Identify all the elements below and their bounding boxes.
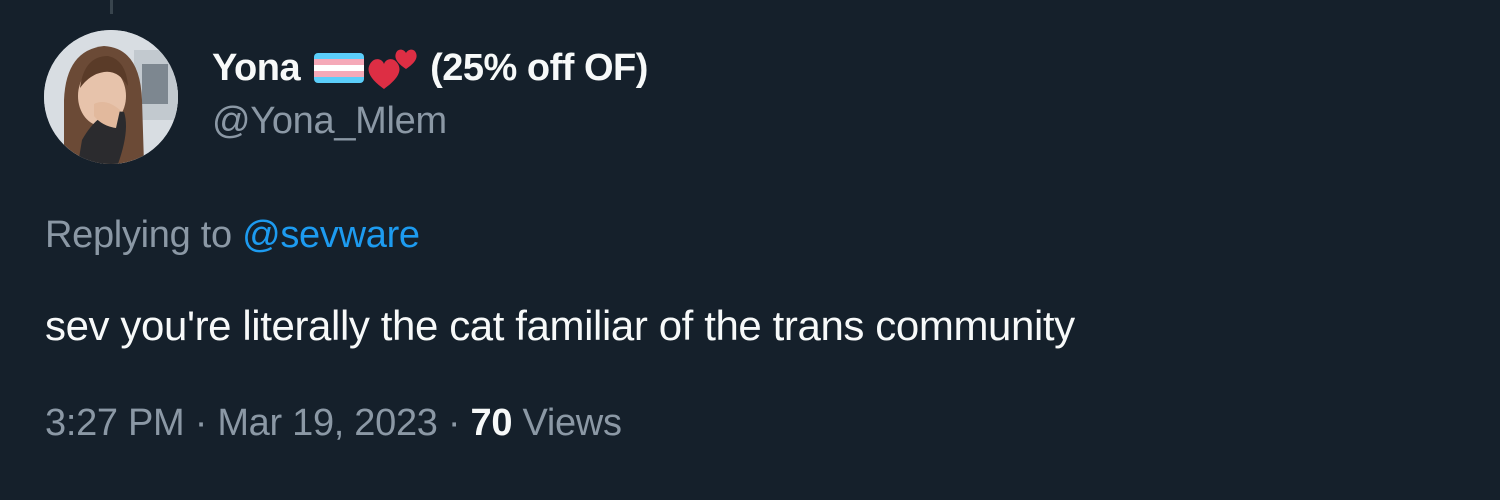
tweet-time[interactable]: 3:27 PM xyxy=(45,402,185,444)
author-handle[interactable]: @Yona_Mlem xyxy=(212,100,447,143)
two-hearts-icon xyxy=(366,43,418,93)
author-name-row[interactable]: Yona (25% off OF) xyxy=(212,42,648,94)
views-count[interactable]: 70 xyxy=(471,402,513,444)
meta-separator: · xyxy=(447,402,461,444)
avatar[interactable] xyxy=(44,30,178,164)
tweet-text: sev you're literally the cat familiar of… xyxy=(45,302,1075,349)
display-name-promo[interactable]: (25% off OF) xyxy=(430,47,648,90)
display-name[interactable]: Yona xyxy=(212,47,301,90)
meta-separator: · xyxy=(194,402,208,444)
transgender-flag-icon xyxy=(314,53,365,83)
replying-to: Replying to @sevware xyxy=(45,214,420,257)
replying-to-label: Replying to xyxy=(45,214,232,256)
tweet[interactable]: Yona (25% off OF) @Yona_Mlem Replying to… xyxy=(0,0,1500,500)
tweet-date[interactable]: Mar 19, 2023 xyxy=(217,402,438,444)
avatar-image xyxy=(44,30,178,164)
tweet-meta: 3:27 PM · Mar 19, 2023 · 70 Views xyxy=(45,402,622,445)
reply-mention-link[interactable]: @sevware xyxy=(242,214,420,256)
views-label[interactable]: Views xyxy=(522,402,621,444)
